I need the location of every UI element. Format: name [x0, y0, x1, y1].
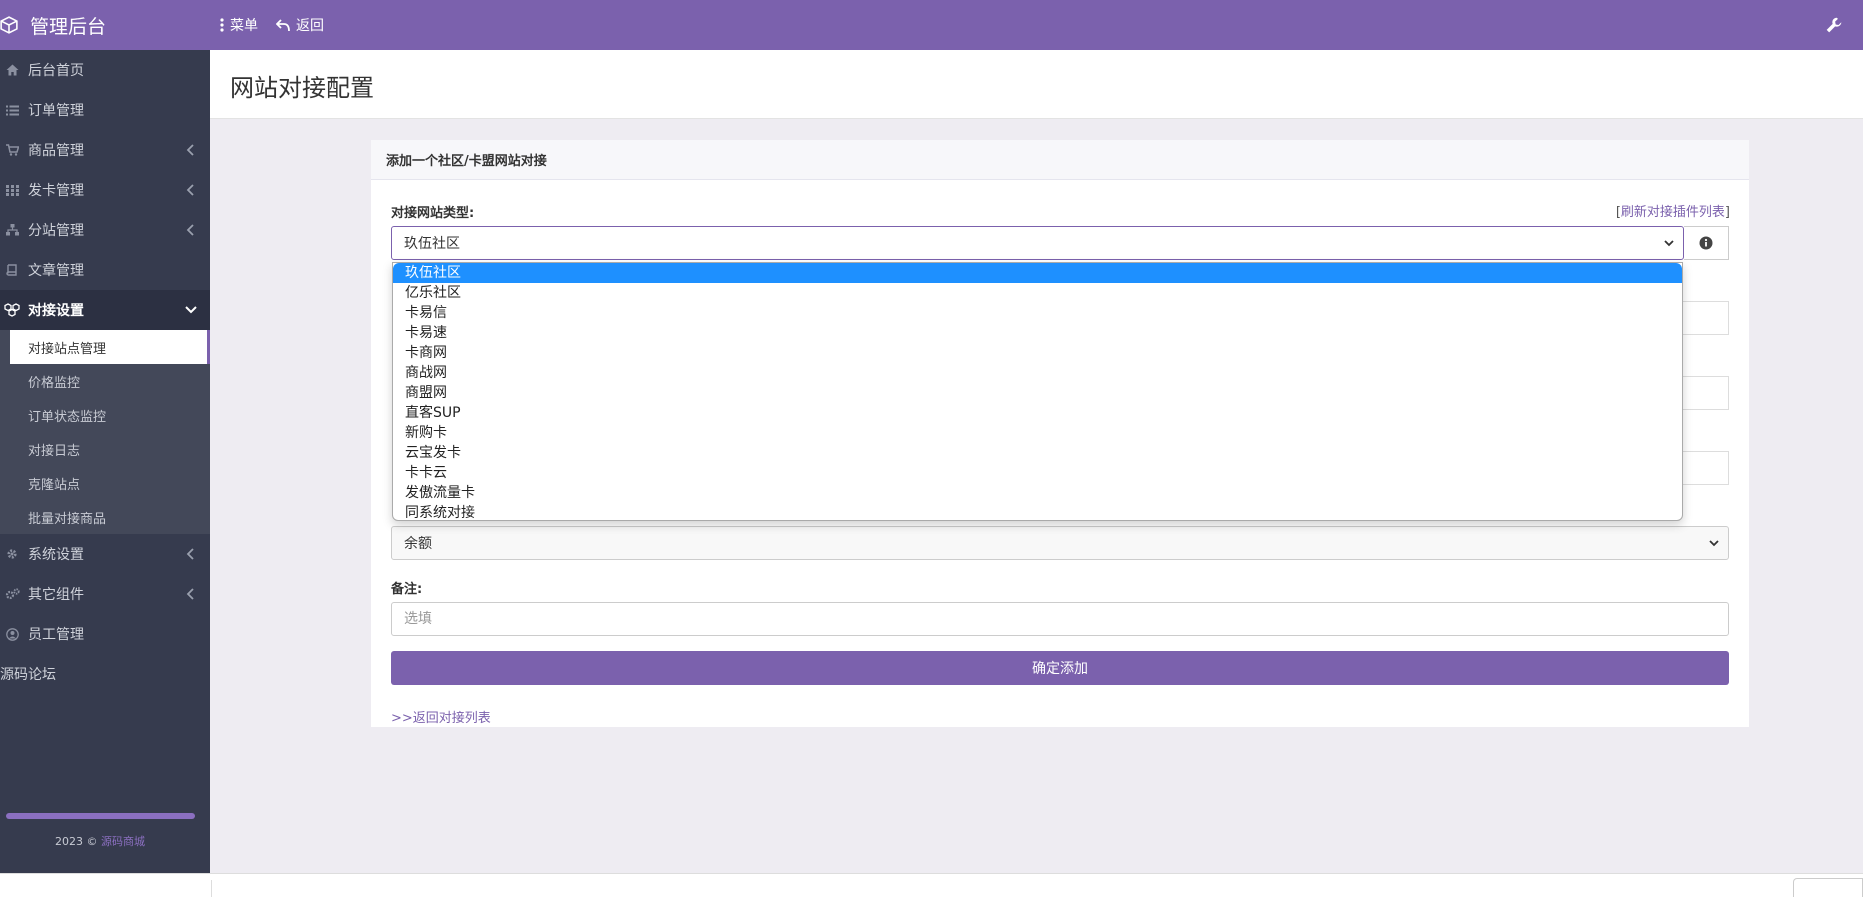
panel-heading: 添加一个社区/卡盟网站对接 [371, 140, 1749, 180]
site-type-selected-value: 玖伍社区 [404, 236, 460, 252]
sidebar-item-home[interactable]: 后台首页 [0, 50, 210, 90]
sidebar-item-orders[interactable]: 订单管理 [0, 90, 210, 130]
chevron-down-icon [1709, 540, 1719, 547]
copyright-year: 2023 © [55, 835, 98, 848]
info-button[interactable] [1684, 226, 1729, 260]
chevron-left-icon [186, 588, 194, 600]
grid-icon [4, 182, 20, 198]
gear-icon [4, 546, 20, 562]
sidebar-scrollbar[interactable] [6, 813, 195, 819]
gears-icon [4, 586, 20, 602]
submenu-item-docking-log[interactable]: 对接日志 [0, 432, 210, 466]
page-title: 网站对接配置 [230, 74, 374, 102]
dropdown-option[interactable]: 卡易信 [393, 303, 1682, 323]
dropdown-option[interactable]: 商盟网 [393, 383, 1682, 403]
chevron-left-icon [186, 184, 194, 196]
sidebar-item-docking-settings[interactable]: 对接设置 [0, 290, 210, 330]
bottom-bar [0, 873, 1863, 897]
undo-arrow-icon [276, 18, 290, 31]
sidebar-footer: 2023 © 源码商城 [0, 813, 210, 873]
site-type-label: 对接网站类型: [391, 206, 475, 221]
dropdown-option[interactable]: 玖伍社区 [393, 263, 1682, 283]
dropdown-option[interactable]: 发傲流量卡 [393, 483, 1682, 503]
menu-button[interactable]: 菜单 [220, 15, 258, 35]
page-header: 网站对接配置 [210, 50, 1863, 119]
sidebar-item-label: 分站管理 [28, 223, 84, 239]
cart-icon [4, 142, 20, 158]
chevron-down-icon [1664, 240, 1674, 247]
refresh-close-bracket: ] [1724, 205, 1730, 220]
note-input[interactable] [391, 602, 1729, 636]
sidebar-item-label: 发卡管理 [28, 183, 84, 199]
sidebar-item-cards[interactable]: 发卡管理 [0, 170, 210, 210]
dropdown-option[interactable]: 同系统对接 [393, 503, 1682, 523]
sidebar-item-staff[interactable]: 员工管理 [0, 614, 210, 654]
sidebar-item-label: 商品管理 [28, 143, 84, 159]
bottom-tab-fragment[interactable] [12, 880, 212, 897]
submenu-item-order-status-monitor[interactable]: 订单状态监控 [0, 398, 210, 432]
sidebar-item-label: 系统设置 [28, 547, 84, 563]
brand[interactable]: 管理后台 [0, 0, 106, 50]
chevron-left-icon [186, 224, 194, 236]
cubes-icon [4, 302, 20, 318]
submenu-item-price-monitor[interactable]: 价格监控 [0, 364, 210, 398]
docking-submenu: 对接站点管理 价格监控 订单状态监控 对接日志 克隆站点 批量对接商品 [0, 330, 210, 534]
info-circle-icon [1699, 236, 1713, 250]
home-icon [4, 62, 20, 78]
sidebar-item-other-components[interactable]: 其它组件 [0, 574, 210, 614]
back-to-list-link[interactable]: >>返回对接列表 [391, 707, 491, 726]
sitemap-icon [4, 222, 20, 238]
bottom-right-fragment[interactable] [1793, 878, 1863, 897]
balance-selected-value: 余额 [404, 536, 432, 552]
sidebar-item-products[interactable]: 商品管理 [0, 130, 210, 170]
vertical-dots-icon [220, 18, 224, 32]
back-label: 返回 [296, 18, 324, 34]
menu-label: 菜单 [230, 18, 258, 34]
chevron-left-icon [186, 548, 194, 560]
sidebar-item-system-settings[interactable]: 系统设置 [0, 534, 210, 574]
list-icon [4, 102, 20, 118]
refresh-plugin-list-link[interactable]: [刷新对接插件列表] [1616, 201, 1730, 220]
cube-logo-icon [0, 16, 18, 34]
dropdown-option[interactable]: 云宝发卡 [393, 443, 1682, 463]
dropdown-option[interactable]: 卡商网 [393, 343, 1682, 363]
confirm-add-button[interactable]: 确定添加 [391, 651, 1729, 685]
sidebar-item-substations[interactable]: 分站管理 [0, 210, 210, 250]
brand-title: 管理后台 [30, 15, 107, 38]
sidebar-item-forum[interactable]: 源码论坛 [0, 654, 210, 694]
refresh-plugin-list-text[interactable]: 刷新对接插件列表 [1621, 205, 1725, 220]
submenu-item-clone-site[interactable]: 克隆站点 [0, 466, 210, 500]
submenu-item-batch-products[interactable]: 批量对接商品 [0, 500, 210, 534]
sidebar-item-label: 员工管理 [28, 627, 84, 643]
chevron-down-icon [185, 306, 197, 314]
back-button[interactable]: 返回 [276, 15, 324, 35]
sidebar-item-label: 文章管理 [28, 263, 84, 279]
top-bar: 管理后台 菜单 返回 [0, 0, 1863, 50]
site-type-dropdown-list: 玖伍社区 亿乐社区 卡易信 卡易速 卡商网 商战网 商盟网 直客SUP 新购卡 … [392, 262, 1683, 521]
book-icon [4, 262, 20, 278]
site-type-select[interactable]: 玖伍社区 [391, 226, 1684, 260]
sidebar-item-label: 订单管理 [28, 103, 84, 119]
sidebar: 后台首页 订单管理 商品管理 发卡管理 分站管理 文章管理 对接设置 对接站点管… [0, 50, 210, 873]
dropdown-option[interactable]: 卡卡云 [393, 463, 1682, 483]
sidebar-item-label: 对接设置 [28, 303, 84, 319]
dropdown-option[interactable]: 商战网 [393, 363, 1682, 383]
note-label: 备注: [391, 582, 423, 597]
dropdown-option[interactable]: 新购卡 [393, 423, 1682, 443]
chevron-left-icon [186, 144, 194, 156]
copyright: 2023 © 源码商城 [0, 833, 200, 849]
submenu-item-docking-sites[interactable]: 对接站点管理 [10, 330, 210, 364]
dropdown-option[interactable]: 卡易速 [393, 323, 1682, 343]
sidebar-item-label: 后台首页 [28, 63, 84, 79]
dropdown-option[interactable]: 直客SUP [393, 403, 1682, 423]
dropdown-option[interactable]: 亿乐社区 [393, 283, 1682, 303]
sidebar-item-label: 其它组件 [28, 587, 84, 603]
sidebar-item-articles[interactable]: 文章管理 [0, 250, 210, 290]
top-nav: 菜单 返回 [220, 0, 324, 50]
user-circle-icon [4, 626, 20, 642]
wrench-icon[interactable] [1825, 16, 1843, 34]
footer-link[interactable]: 源码商城 [101, 835, 145, 848]
balance-select[interactable]: 余额 [391, 526, 1729, 560]
